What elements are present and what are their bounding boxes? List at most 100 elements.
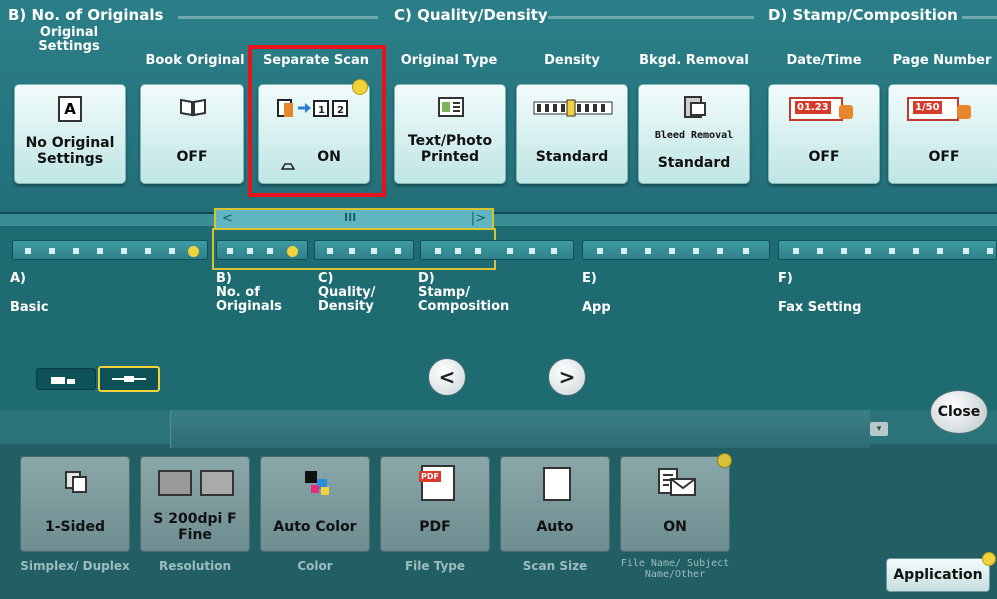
date-time-button[interactable]: 01.23 OFF bbox=[768, 84, 880, 184]
nav-bar-no-of-originals[interactable] bbox=[216, 240, 308, 260]
resolution-button[interactable]: S 200dpi F Fine bbox=[140, 456, 250, 552]
original-type-value: Text/Photo Printed bbox=[407, 133, 493, 165]
letter-a-icon: A bbox=[58, 96, 82, 122]
color-label: Color bbox=[297, 559, 333, 573]
nav-label-c[interactable]: C) Quality/ Density bbox=[318, 272, 388, 314]
scan-size-value: Auto bbox=[536, 519, 574, 535]
nav-bar-stamp-composition[interactable] bbox=[420, 240, 574, 260]
file-type-value: PDF bbox=[419, 519, 451, 535]
book-original-value: OFF bbox=[176, 149, 208, 165]
separate-scan-button[interactable]: 1 2 ON bbox=[258, 79, 370, 184]
section-title-quality-density: C) Quality/Density bbox=[394, 6, 548, 24]
background-removal-button[interactable]: Bleed Removal Standard bbox=[638, 84, 750, 184]
nav-bar-fax-setting[interactable] bbox=[778, 240, 997, 260]
expand-icon[interactable]: ▾ bbox=[870, 422, 888, 436]
section-title-no-of-originals: B) No. of Originals bbox=[8, 6, 164, 24]
section-divider bbox=[548, 16, 754, 19]
simplex-duplex-button[interactable]: 1-Sided bbox=[20, 456, 130, 552]
stamp-icon bbox=[839, 105, 853, 119]
date-stamp-text: 01.23 bbox=[795, 101, 831, 114]
file-type-button[interactable]: PDF PDF bbox=[380, 456, 490, 552]
prev-page-button[interactable]: < bbox=[428, 358, 466, 396]
background-removal-label: Bkgd. Removal bbox=[639, 53, 749, 68]
text-photo-icon bbox=[437, 96, 465, 118]
nav-letter: E) bbox=[582, 271, 597, 286]
position-dot bbox=[287, 246, 298, 257]
svg-text:2: 2 bbox=[337, 105, 344, 116]
scroll-grip[interactable]: III bbox=[344, 211, 356, 224]
separate-scan-value: ON bbox=[317, 149, 341, 165]
open-book-icon bbox=[179, 97, 207, 117]
indicator-dot bbox=[982, 552, 996, 566]
view-toggle-full[interactable] bbox=[36, 368, 96, 390]
page-number-label: Page Number bbox=[892, 53, 992, 68]
scan-size-button[interactable]: Auto bbox=[500, 456, 610, 552]
view-toggle-compact[interactable] bbox=[98, 366, 160, 392]
original-settings-button[interactable]: A No Original Settings bbox=[14, 84, 126, 184]
next-page-button[interactable]: > bbox=[548, 358, 586, 396]
section-divider bbox=[962, 16, 997, 19]
file-type-label: File Type bbox=[404, 559, 466, 573]
color-button[interactable]: Auto Color bbox=[260, 456, 370, 552]
nav-label-f[interactable]: F) Fax Setting bbox=[778, 272, 861, 315]
book-original-button[interactable]: OFF bbox=[140, 84, 244, 184]
scroll-right-arrow[interactable]: |> bbox=[471, 211, 486, 226]
nav-bar-quality-density[interactable] bbox=[314, 240, 414, 260]
navigator-scrollbar[interactable]: < III |> bbox=[214, 208, 494, 230]
compact-view-icon bbox=[112, 376, 146, 382]
nav-bar-app[interactable] bbox=[582, 240, 770, 260]
nav-label-b[interactable]: B) No. of Originals bbox=[216, 272, 296, 314]
application-button[interactable]: Application bbox=[886, 558, 990, 592]
density-value: Standard bbox=[535, 149, 609, 165]
nav-name: Quality/ Density bbox=[318, 285, 376, 314]
date-time-label: Date/Time bbox=[786, 53, 862, 68]
date-time-value: OFF bbox=[808, 149, 840, 165]
nav-label-e[interactable]: E) App bbox=[582, 272, 611, 315]
simplex-duplex-value: 1-Sided bbox=[45, 519, 105, 535]
section-divider bbox=[178, 16, 378, 19]
close-button[interactable]: Close bbox=[930, 390, 988, 434]
indicator-dot bbox=[352, 79, 368, 95]
stamp-icon bbox=[957, 105, 971, 119]
original-type-label: Original Type bbox=[400, 53, 498, 68]
file-name-value: ON bbox=[663, 519, 687, 535]
resolution-value: S 200dpi F Fine bbox=[153, 511, 237, 543]
bleed-removal-text: Bleed Removal bbox=[654, 130, 734, 141]
original-settings-label: Original Settings bbox=[38, 25, 100, 54]
envelope-list-icon bbox=[657, 467, 697, 497]
nav-label-a[interactable]: A) Basic bbox=[10, 272, 49, 315]
color-value: Auto Color bbox=[273, 519, 357, 535]
book-original-label: Book Original bbox=[145, 53, 245, 68]
nav-letter: F) bbox=[778, 271, 793, 286]
nav-letter: D) bbox=[418, 271, 435, 286]
page-number-value: OFF bbox=[928, 149, 960, 165]
scroll-left-arrow[interactable]: < bbox=[222, 211, 233, 226]
status-bar bbox=[170, 410, 870, 448]
nav-name: No. of Originals bbox=[216, 285, 282, 314]
nav-name: Fax Setting bbox=[778, 300, 862, 315]
nav-name: Basic bbox=[10, 300, 49, 315]
nav-letter: A) bbox=[10, 271, 27, 286]
original-settings-value: No Original Settings bbox=[25, 135, 115, 167]
pdf-icon-text: PDF bbox=[419, 471, 441, 482]
nav-label-d[interactable]: D) Stamp/ Composition bbox=[418, 272, 518, 314]
one-sided-icon bbox=[63, 469, 89, 495]
full-view-icon bbox=[51, 377, 75, 384]
background-removal-value: Standard bbox=[657, 155, 731, 171]
nav-name: Stamp/ Composition bbox=[418, 285, 510, 314]
original-type-button[interactable]: Text/Photo Printed bbox=[394, 84, 506, 184]
nav-bar-basic[interactable] bbox=[12, 240, 208, 260]
svg-text:1: 1 bbox=[318, 105, 325, 116]
position-dot bbox=[188, 246, 199, 257]
density-scale-icon bbox=[533, 95, 613, 117]
page-icon bbox=[543, 467, 571, 501]
nav-letter: C) bbox=[318, 271, 334, 286]
nav-name: App bbox=[582, 300, 611, 315]
page-number-button[interactable]: 1/50 OFF bbox=[888, 84, 997, 184]
density-button[interactable]: Standard bbox=[516, 84, 628, 184]
pdf-file-icon: PDF bbox=[419, 465, 455, 501]
density-label: Density bbox=[544, 53, 600, 68]
file-name-button[interactable]: ON bbox=[620, 453, 732, 552]
section-title-stamp-composition: D) Stamp/Composition bbox=[768, 6, 958, 24]
page-number-icon: 1/50 bbox=[907, 97, 959, 121]
